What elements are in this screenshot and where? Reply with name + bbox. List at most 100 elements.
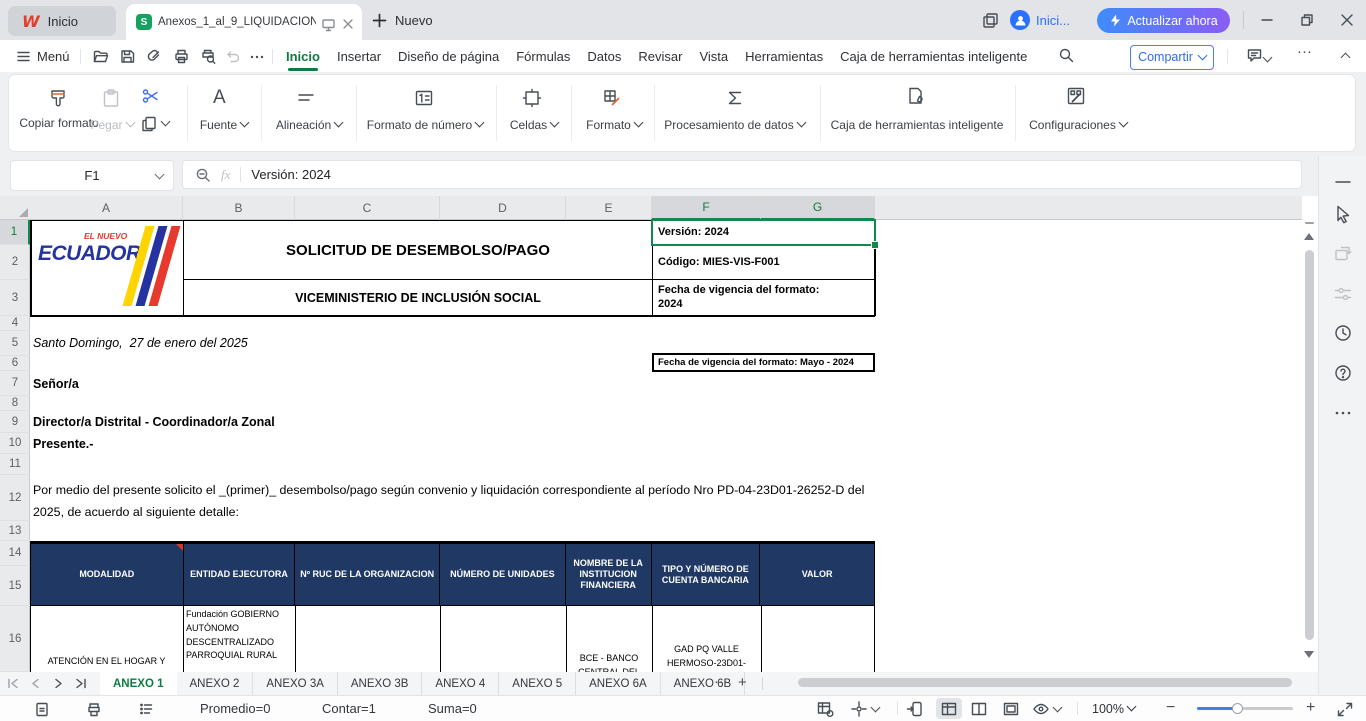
update-now-button[interactable]: Actualizar ahora [1097, 8, 1230, 33]
scroll-up-icon[interactable] [1304, 233, 1314, 240]
previous-sheet-icon[interactable] [29, 677, 42, 690]
table-header-cell[interactable]: ENTIDAD EJECUTORA [184, 544, 296, 605]
new-document-button[interactable]: Nuevo [372, 8, 433, 32]
row-header-2[interactable]: 2 [0, 245, 30, 280]
table-header-row[interactable]: MODALIDADENTIDAD EJECUTORANº RUC DE LA O… [30, 541, 875, 606]
sheet-tab-anexo-3a[interactable]: ANEXO 3A [253, 672, 338, 695]
sheet-tab-anexo-6b[interactable]: ANEXO 6B [661, 672, 746, 695]
table-header-cell[interactable]: TIPO Y NÚMERO DE CUENTA BANCARIA [652, 544, 761, 605]
cell-salutation[interactable]: Señor/a [33, 377, 79, 391]
vertical-scrollbar[interactable] [1302, 196, 1318, 672]
table-header-cell[interactable]: NOMBRE DE LA INSTITUCION FINANCIERA [566, 544, 652, 605]
zoom-slider-thumb[interactable] [1232, 703, 1243, 714]
scroll-down-icon[interactable] [1304, 651, 1314, 658]
row-header-8[interactable]: 8 [0, 396, 30, 411]
status-sheet-icon[interactable] [34, 701, 50, 717]
copy-button[interactable] [140, 115, 169, 138]
column-header-D[interactable]: D [440, 196, 566, 220]
undo-icon[interactable] [224, 48, 241, 65]
cell-validity[interactable]: Fecha de vigencia del formato: 2024 [653, 280, 874, 315]
row-header-1[interactable]: 1 [0, 220, 30, 245]
row-header-4[interactable]: 4 [0, 316, 30, 331]
first-sheet-icon[interactable] [6, 677, 19, 690]
tab-formulas[interactable]: Fórmulas [516, 49, 570, 64]
close-document-icon[interactable] [342, 18, 354, 30]
cell-validity-box[interactable]: Fecha de vigencia del formato: Mayo - 20… [652, 353, 875, 372]
adjust-settings-icon[interactable] [1333, 284, 1353, 304]
zoom-level[interactable]: 100% [1092, 702, 1135, 716]
help-icon[interactable] [1333, 363, 1353, 383]
ecuador-logo[interactable]: EL NUEVO ECUADOR [32, 222, 180, 314]
home-tab[interactable]: W Inicio [8, 6, 116, 36]
horizontal-scrollbar[interactable] [776, 677, 1296, 689]
format-painter-icon[interactable] [47, 88, 69, 110]
page-layout-view-icon[interactable] [1002, 700, 1020, 718]
sheet-tab-anexo-6a[interactable]: ANEXO 6A [576, 672, 661, 695]
tab-revisar[interactable]: Revisar [638, 49, 682, 64]
cell-city-date[interactable]: Santo Domingo, 27 de enero del 2025 [33, 336, 248, 350]
vertical-scroll-thumb[interactable] [1305, 250, 1314, 640]
reading-view-button[interactable] [1032, 700, 1061, 721]
cells-group-button[interactable]: Celdas [499, 118, 569, 132]
paste-icon[interactable] [101, 88, 123, 110]
format-group-button[interactable]: Formato [574, 118, 654, 132]
column-header-B[interactable]: B [183, 196, 295, 220]
loop-playback-icon[interactable] [1333, 244, 1353, 264]
history-icon[interactable] [1333, 323, 1353, 343]
zoom-in-button[interactable]: + [1306, 699, 1315, 717]
cell-doc-title[interactable]: SOLICITUD DE DESEMBOLSO/PAGO [184, 221, 652, 279]
menu-button[interactable]: Menú [16, 44, 70, 68]
share-screen-icon[interactable] [321, 17, 336, 32]
table-header-cell[interactable]: NÚMERO DE UNIDADES [440, 544, 566, 605]
more-quick-icons[interactable] [249, 48, 266, 65]
row-header-14[interactable]: 14 [0, 541, 30, 566]
tab-vista[interactable]: Vista [699, 49, 728, 64]
window-stack-icon[interactable] [982, 12, 999, 29]
column-header-E[interactable]: E [566, 196, 652, 220]
selection-fill-handle[interactable] [871, 241, 879, 249]
save-icon[interactable] [119, 48, 136, 65]
sheet-tab-anexo-3b[interactable]: ANEXO 3B [338, 672, 423, 695]
normal-view-icon[interactable] [940, 700, 958, 718]
cell-entidad-ejecutora[interactable]: Fundación GOBIERNO AUTÓNOMO DESCENTRALIZ… [186, 608, 292, 663]
tab-herramientas[interactable]: Herramientas [745, 49, 823, 64]
selection-pointer-icon[interactable] [1333, 204, 1353, 224]
restore-button[interactable] [1288, 0, 1326, 40]
macro-record-icon[interactable] [86, 701, 102, 717]
outline-list-icon[interactable] [138, 701, 154, 717]
zoom-out-formula-icon[interactable] [195, 167, 211, 183]
sheet-tab-anexo-2[interactable]: ANEXO 2 [177, 672, 254, 695]
sheet-tab-anexo-5[interactable]: ANEXO 5 [499, 672, 576, 695]
document-tab[interactable]: S Anexos_1_al_9_LIQUIDACIONE [126, 4, 362, 40]
table-header-cell[interactable]: VALOR [760, 544, 874, 605]
minimize-button[interactable] [1248, 0, 1286, 40]
table-header-cell[interactable]: MODALIDAD [31, 544, 184, 605]
open-file-icon[interactable] [92, 48, 109, 65]
cell-modalidad[interactable]: ATENCIÓN EN EL HOGAR Y [30, 655, 183, 669]
more-menu-button[interactable]: ··· [1297, 43, 1312, 60]
column-header-F[interactable]: F [652, 196, 761, 220]
spreadsheet-grid[interactable]: ABCDEFG 12345678910111213141516 EL NUEVO… [0, 196, 1302, 672]
tab-inicio[interactable]: Inicio [286, 49, 320, 64]
page-break-view-icon[interactable] [970, 700, 988, 718]
row-header-9[interactable]: 9 [0, 411, 30, 433]
add-sheet-button[interactable]: + [738, 674, 747, 691]
row-header-12[interactable]: 12 [0, 475, 30, 521]
account-button[interactable]: Inici... [1010, 10, 1070, 30]
mobile-view-icon[interactable] [906, 700, 924, 718]
tab-datos[interactable]: Datos [587, 49, 621, 64]
column-header-C[interactable]: C [295, 196, 440, 220]
row-header-11[interactable]: 11 [0, 454, 30, 475]
row-header-15[interactable]: 15 [0, 566, 30, 606]
zoom-out-button[interactable]: − [1166, 699, 1175, 717]
table-tools-icon[interactable] [816, 700, 834, 718]
search-icon[interactable] [1058, 47, 1075, 64]
last-sheet-icon[interactable] [75, 677, 88, 690]
cell-body-paragraph[interactable]: Por medio del presente solicito el _(pri… [33, 479, 870, 523]
font-group-button[interactable]: Fuente [189, 118, 259, 132]
export-icon[interactable] [146, 48, 163, 65]
fullscreen-icon[interactable] [1336, 700, 1354, 718]
print-icon[interactable] [173, 48, 190, 65]
formula-input[interactable]: fx Versión: 2024 [182, 160, 1302, 189]
more-sheets-button[interactable]: ··· [714, 673, 728, 689]
